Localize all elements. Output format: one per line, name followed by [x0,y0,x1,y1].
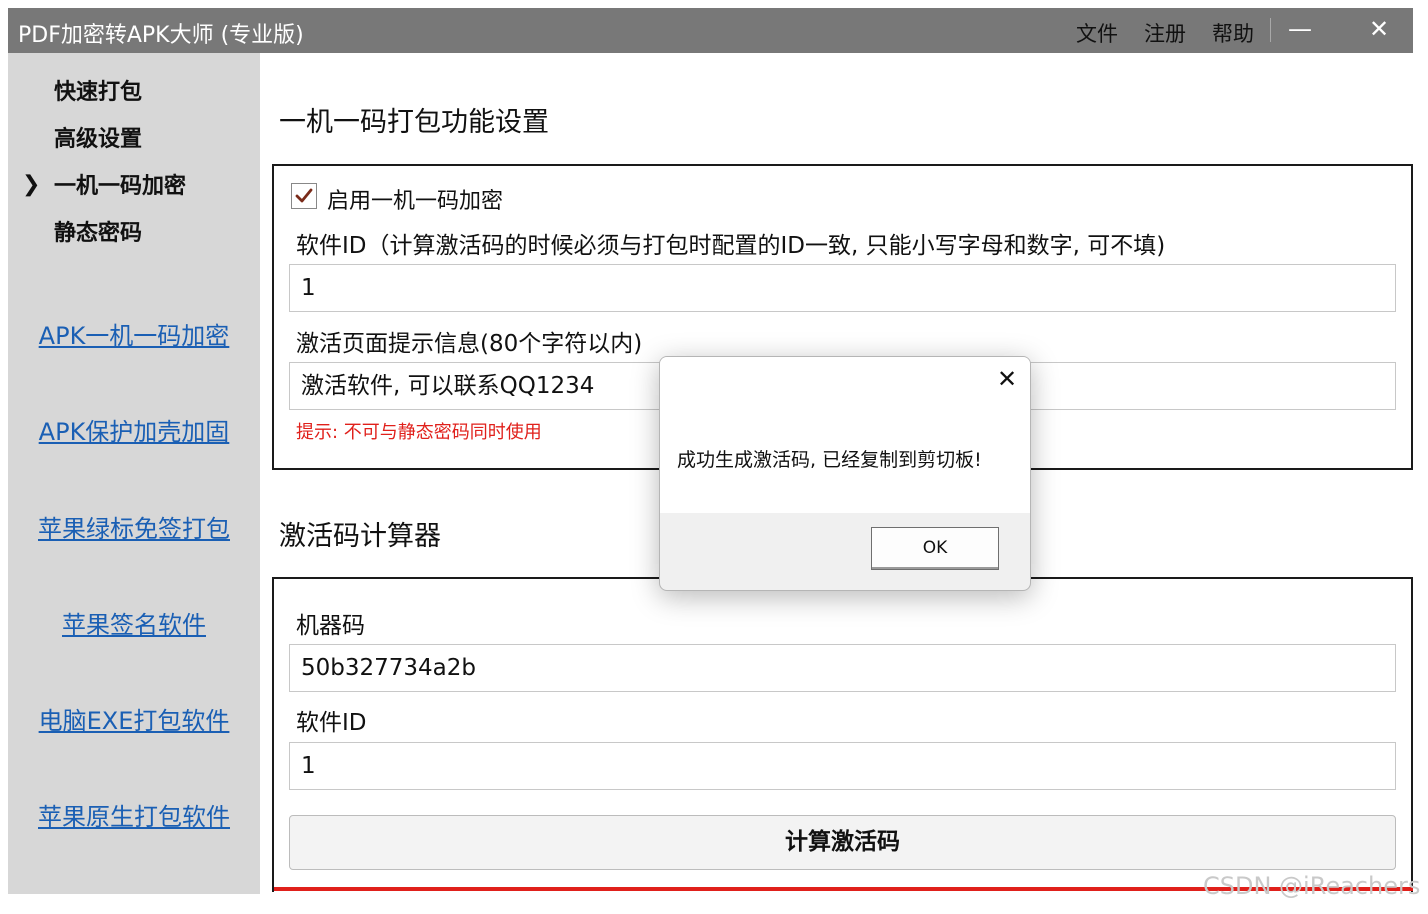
nav-static-password[interactable]: 静态密码 [54,215,142,247]
link-apple-green-pack[interactable]: 苹果绿标免签打包 [8,509,260,544]
dialog-message: 成功生成激活码, 已经复制到剪切板! [677,449,982,471]
link-apple-signing[interactable]: 苹果签名软件 [8,605,260,640]
menu-file[interactable]: 文件 [1076,18,1118,48]
compute-activation-code-button[interactable]: 计算激活码 [289,815,1396,870]
nav-quick-pack[interactable]: 快速打包 [54,74,142,106]
sidebar: 快速打包 高级设置 ❯ 一机一码加密 静态密码 APK一机一码加密 APK保护加… [8,53,260,894]
watermark: CSDN @iReachers [1203,872,1421,900]
close-window-button[interactable]: ✕ [1361,14,1397,46]
minimize-button[interactable]: — [1282,14,1318,46]
link-apk-protection[interactable]: APK保护加壳加固 [8,412,260,447]
menu-help[interactable]: 帮助 [1212,18,1254,48]
calculator-group: 机器码 50b327734a2b 软件ID 1 计算激活码 [272,577,1413,892]
active-chevron-icon: ❯ [22,172,41,197]
dialog-body: ✕ 成功生成激活码, 已经复制到剪切板! [660,357,1030,513]
nav-one-device-encryption[interactable]: 一机一码加密 [54,168,186,200]
nav-advanced-settings[interactable]: 高级设置 [54,121,142,153]
dialog-ok-button[interactable]: OK [871,527,999,570]
calc-software-id-label: 软件ID [296,710,367,736]
link-apple-native-pack[interactable]: 苹果原生打包软件 [8,797,260,832]
message-dialog: ✕ 成功生成激活码, 已经复制到剪切板! OK [659,356,1031,591]
title-bar: PDF加密转APK大师 (专业版) 文件 注册 帮助 — ✕ [8,8,1413,53]
software-id-label: 软件ID（计算激活码的时候必须与打包时配置的ID一致, 只能小写字母和数字, 可… [296,233,1166,259]
link-apk-one-device[interactable]: APK一机一码加密 [8,316,260,351]
link-pc-exe-pack[interactable]: 电脑EXE打包软件 [8,701,260,736]
title-bar-divider [1270,18,1271,42]
enable-encryption-label: 启用一机一码加密 [327,189,504,214]
window-title: PDF加密转APK大师 (专业版) [18,23,304,48]
checkmark-icon [295,188,313,203]
warning-hint: 提示: 不可与静态密码同时使用 [296,422,542,443]
menu-register[interactable]: 注册 [1144,18,1186,48]
calculator-section-title: 激活码计算器 [279,521,441,552]
settings-section-title: 一机一码打包功能设置 [279,107,549,138]
software-id-input[interactable]: 1 [289,264,1396,312]
enable-encryption-checkbox[interactable] [291,183,317,209]
dialog-close-icon[interactable]: ✕ [990,363,1024,397]
calc-software-id-input[interactable]: 1 [289,742,1396,790]
activation-hint-label: 激活页面提示信息(80个字符以内) [296,331,643,357]
machine-code-input[interactable]: 50b327734a2b [289,644,1396,692]
machine-code-label: 机器码 [296,613,365,639]
